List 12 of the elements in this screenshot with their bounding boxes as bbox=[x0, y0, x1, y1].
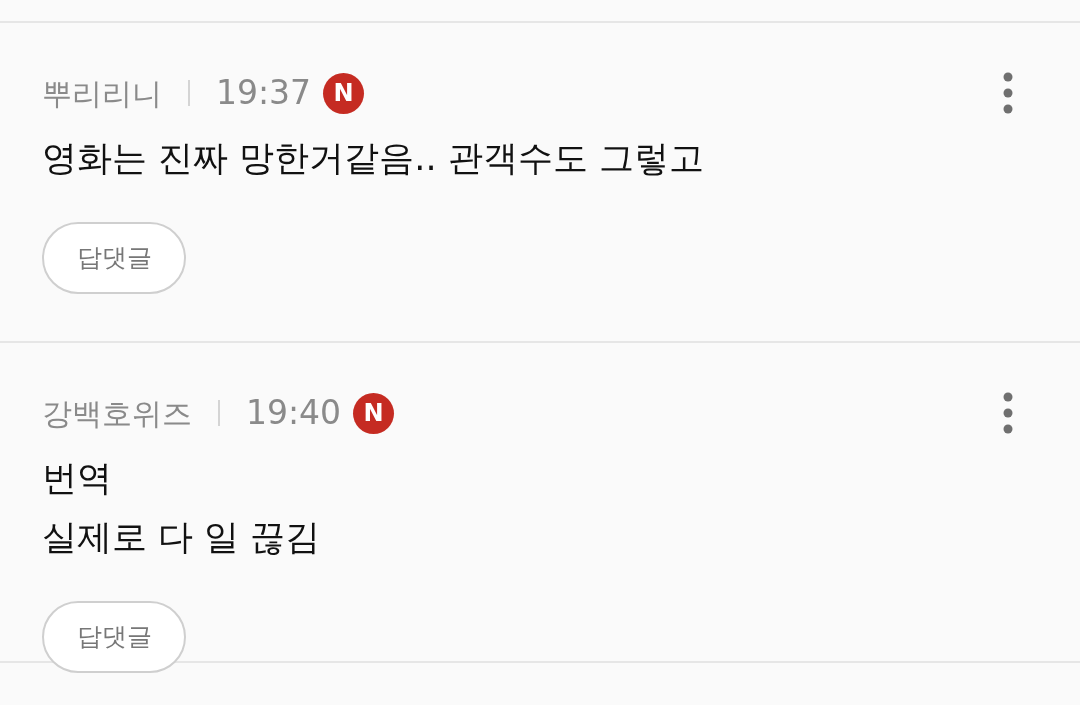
reply-button[interactable]: 답댓글 bbox=[42, 222, 186, 294]
more-options-icon[interactable] bbox=[1003, 72, 1013, 114]
more-options-icon[interactable] bbox=[1003, 392, 1013, 434]
author-name[interactable]: 뿌리리니 bbox=[42, 70, 162, 116]
comment-text: 영화는 진짜 망한거같음.. 관객수도 그렇고 bbox=[42, 137, 705, 180]
reply-button[interactable]: 답댓글 bbox=[42, 601, 186, 673]
new-badge: N bbox=[323, 72, 365, 114]
comment-text: 번역 실제로 다 일 끊김 bbox=[42, 457, 322, 559]
comment-time: 19:37 bbox=[216, 72, 312, 115]
author-name[interactable]: 강백호위즈 bbox=[42, 390, 192, 436]
new-badge: N bbox=[353, 392, 395, 434]
comment-time: 19:40 bbox=[246, 392, 342, 435]
